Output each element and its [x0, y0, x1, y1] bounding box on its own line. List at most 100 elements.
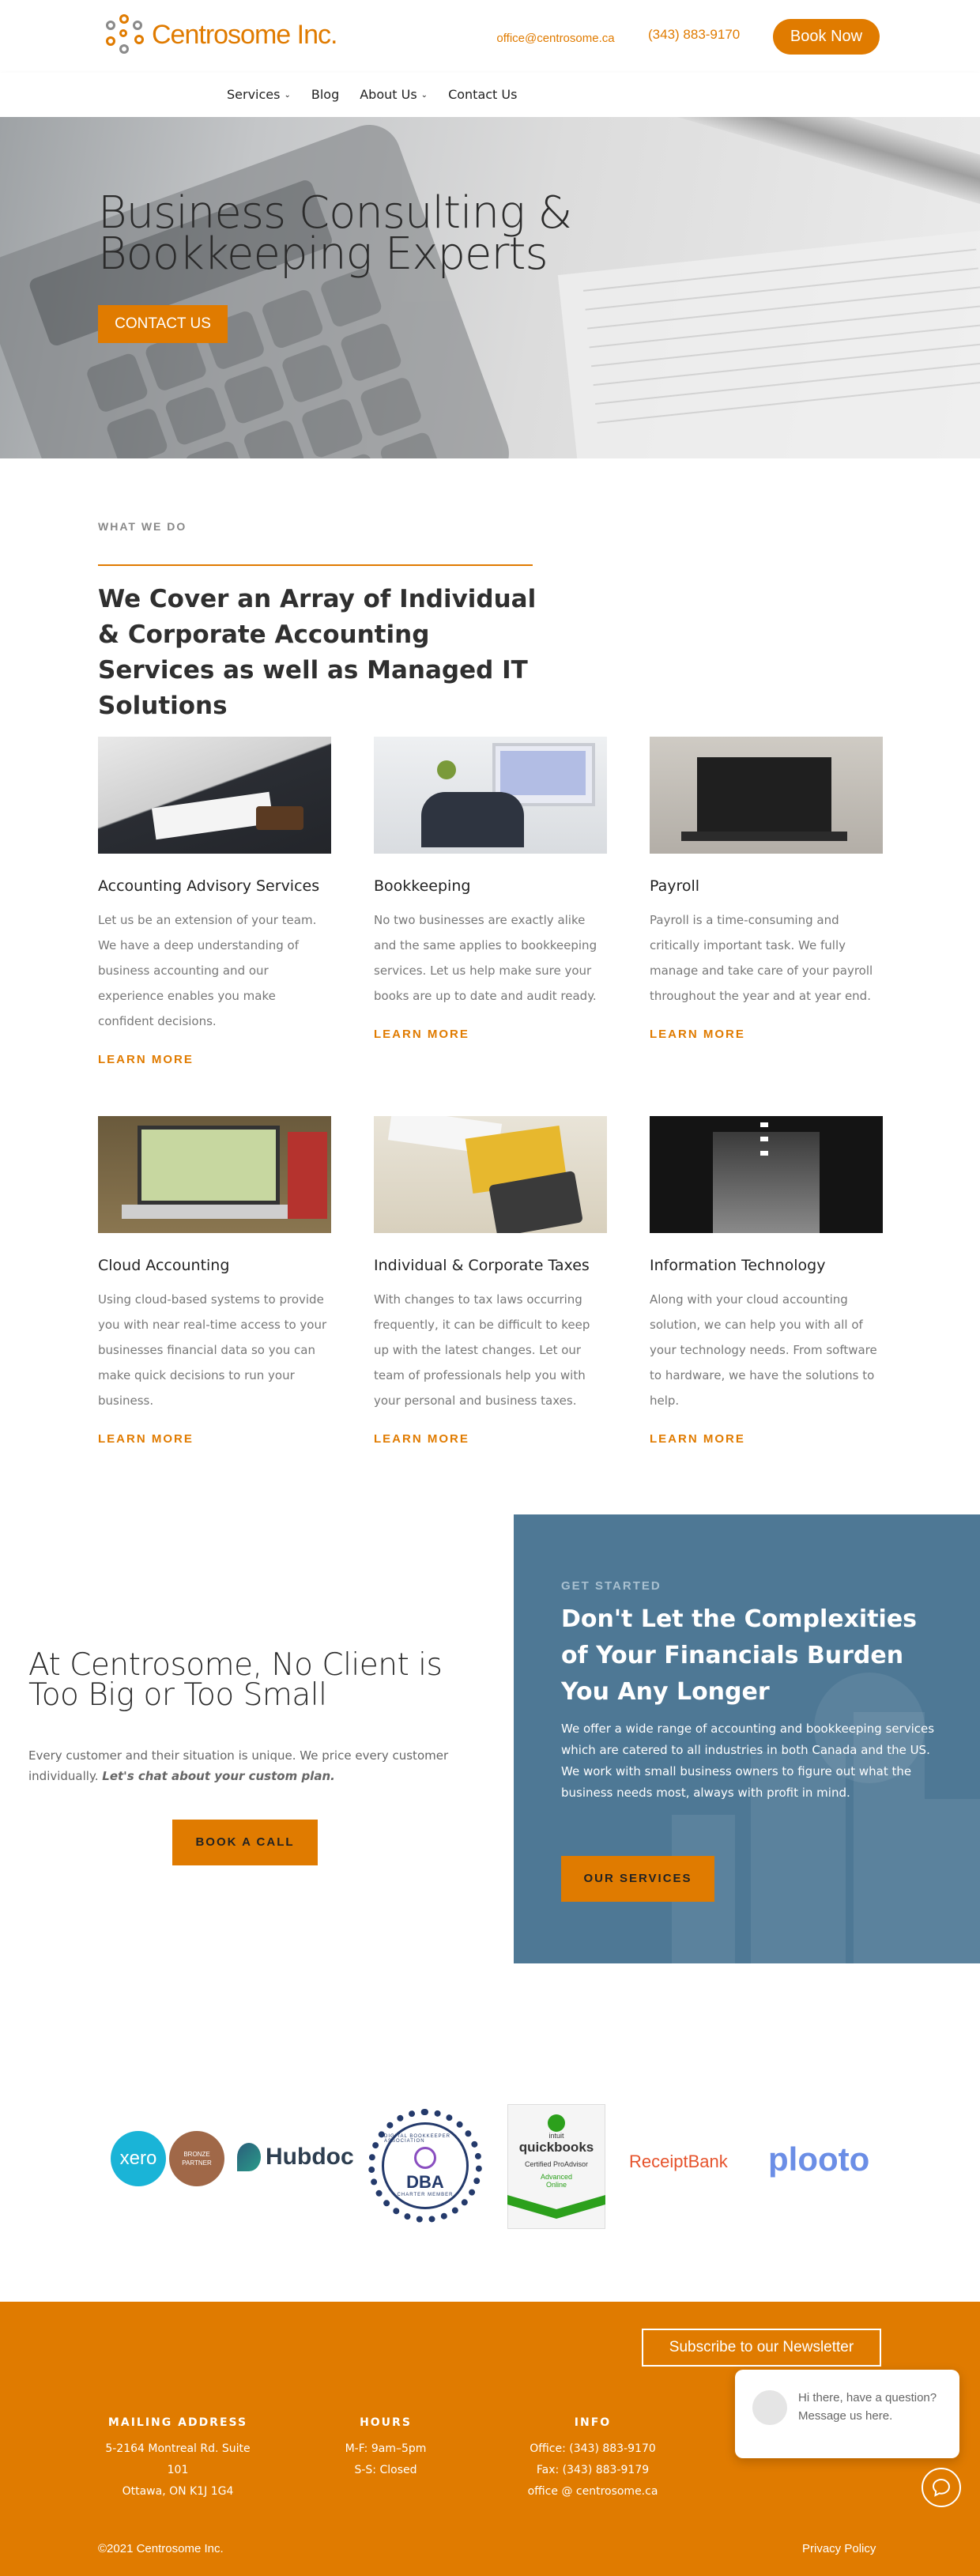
get-started-title: Don't Let the Complexities of Your Finan… [561, 1605, 918, 1706]
office-phone[interactable]: Office: (343) 883-9170 [498, 2438, 688, 2460]
nav-item-services[interactable]: Services ⌄ [227, 87, 291, 102]
dba-text: DBA [406, 2172, 444, 2192]
service-description: Let us be an extension of your team. We … [98, 913, 317, 1028]
quickbooks-online: Online [545, 2181, 567, 2189]
site-footer: Subscribe to our Newsletter MAILING ADDR… [0, 2302, 980, 2576]
address-line: Ottawa, ON K1J 1G4 [122, 2485, 234, 2498]
site-header: Centrosome Inc. office@centrosome.ca (34… [0, 0, 980, 73]
book-a-call-button[interactable]: BOOK A CALL [172, 1820, 318, 1865]
service-title: Information Technology [650, 1257, 826, 1274]
xero-badge-line: PARTNER [182, 2159, 212, 2167]
subscribe-newsletter-button[interactable]: Subscribe to our Newsletter [642, 2329, 881, 2367]
learn-more-link[interactable]: LEARN MORE [374, 1028, 607, 1041]
nav-item-label: Services [227, 87, 281, 102]
get-started-panel: GET STARTED Don't Let the Complexities o… [514, 1514, 980, 1963]
main-navigation: Services ⌄ Blog About Us ⌄ Contact Us [0, 73, 980, 117]
divider [98, 564, 533, 566]
service-title: Cloud Accounting [98, 1257, 230, 1274]
service-title: Accounting Advisory Services [98, 877, 320, 895]
nav-item-label: About Us [360, 87, 417, 102]
service-image [650, 737, 883, 854]
learn-more-link[interactable]: LEARN MORE [98, 1432, 331, 1446]
partner-logos: xero BRONZE PARTNER Hubdoc DIGITAL BOOKK… [103, 2099, 877, 2234]
xero-logo: xero BRONZE PARTNER [111, 2131, 224, 2186]
service-image [98, 737, 331, 854]
dba-ring-text: DIGITAL BOOKKEEPER ASSOCIATION [384, 2134, 451, 2144]
service-card-accounting-advisory: Accounting Advisory Services Let us be a… [98, 737, 331, 1066]
hubdoc-logo: Hubdoc [237, 2143, 354, 2171]
learn-more-link[interactable]: LEARN MORE [650, 1432, 883, 1446]
plooto-logo: plooto [768, 2140, 869, 2178]
address-line: 5-2164 Montreal Rd. Suite [105, 2442, 251, 2455]
service-description: No two businesses are exactly alike and … [374, 913, 597, 1003]
xero-logo-text: xero [111, 2131, 166, 2186]
header-email-link[interactable]: office@centrosome.ca [496, 28, 615, 49]
learn-more-link[interactable]: LEARN MORE [374, 1432, 607, 1446]
chevron-down-icon: ⌄ [284, 91, 291, 100]
service-title: Bookkeeping [374, 877, 471, 895]
quickbooks-level: Advanced [540, 2173, 573, 2181]
logo[interactable]: Centrosome Inc. [104, 14, 337, 55]
chat-icon[interactable] [922, 2468, 961, 2507]
service-image [374, 737, 607, 854]
nav-item-blog[interactable]: Blog [311, 87, 339, 102]
service-card-taxes: Individual & Corporate Taxes With change… [374, 1116, 607, 1446]
header-phone-link[interactable]: (343) 883-9170 [648, 27, 740, 43]
quickbooks-chevron [507, 2195, 605, 2219]
quickbooks-certified: Certified ProAdvisor [524, 2160, 589, 2168]
contact-us-button[interactable]: CONTACT US [98, 305, 228, 343]
footer-heading: MAILING ADDRESS [107, 2416, 248, 2429]
fax-number: Fax: (343) 883-9179 [536, 2464, 650, 2476]
footer-heading: HOURS [360, 2416, 412, 2429]
our-services-button[interactable]: OUR SERVICES [561, 1856, 714, 1902]
chat-greeting-text: Hi there, have a question? Message us he… [798, 2391, 937, 2423]
chat-greeting-bubble[interactable]: Hi there, have a question? Message us he… [735, 2370, 959, 2458]
receipt-bank-logo: ReceiptBank [629, 2152, 728, 2172]
avatar [752, 2390, 787, 2425]
hero-calculator-image [0, 117, 518, 458]
book-now-button[interactable]: Book Now [773, 19, 880, 55]
hubdoc-logo-text: Hubdoc [266, 2144, 354, 2170]
client-size-title: At Centrosome, No Client is Too Big or T… [28, 1647, 443, 1713]
service-description: With changes to tax laws occurring frequ… [374, 1292, 590, 1408]
service-card-information-technology: Information Technology Along with your c… [650, 1116, 883, 1446]
hours-line: S-S: Closed [354, 2464, 417, 2476]
service-card-bookkeeping: Bookkeeping No two businesses are exactl… [374, 737, 607, 1041]
dba-emblem-icon [414, 2147, 436, 2169]
learn-more-link[interactable]: LEARN MORE [98, 1053, 331, 1066]
quickbooks-name: quickbooks [518, 2140, 594, 2155]
client-size-emphasis: Let's chat about your custom plan. [102, 1769, 335, 1783]
get-started-text: We offer a wide range of accounting and … [561, 1722, 935, 1800]
quickbooks-intuit-text: intuit [548, 2132, 564, 2140]
footer-heading: INFO [574, 2416, 612, 2429]
learn-more-link[interactable]: LEARN MORE [650, 1028, 883, 1041]
service-title: Payroll [650, 877, 700, 895]
footer-info: INFO Office: (343) 883-9170 Fax: (343) 8… [498, 2412, 688, 2502]
xero-badge-line: BRONZE [183, 2151, 210, 2158]
office-email[interactable]: office @ centrosome.ca [498, 2481, 688, 2502]
nav-item-about-us[interactable]: About Us ⌄ [360, 87, 428, 102]
chevron-down-icon: ⌄ [420, 91, 428, 100]
nav-item-contact-us[interactable]: Contact Us [448, 87, 517, 102]
receipt-bank-text: ReceiptBank [629, 2152, 728, 2171]
hero-section: Business Consulting & Bookkeeping Expert… [0, 117, 980, 458]
xero-badge: BRONZE PARTNER [169, 2131, 224, 2186]
footer-hours: HOURS M-F: 9am–5pm S-S: Closed [315, 2412, 457, 2481]
service-image [98, 1116, 331, 1233]
logo-mark-icon [104, 14, 144, 55]
address-line: 101 [167, 2464, 189, 2476]
service-image [650, 1116, 883, 1233]
hubdoc-icon [237, 2143, 261, 2171]
quickbooks-badge: intuit quickbooks Certified ProAdvisor A… [507, 2104, 605, 2229]
service-image [374, 1116, 607, 1233]
client-size-text: Every customer and their situation is un… [28, 1745, 471, 1786]
privacy-policy-link[interactable]: Privacy Policy [802, 2542, 876, 2555]
service-description: Along with your cloud accounting solutio… [650, 1292, 877, 1408]
hero-title: Business Consulting & Bookkeeping Expert… [98, 187, 572, 280]
section-title: We Cover an Array of Individual & Corpor… [98, 585, 537, 720]
hours-line: M-F: 9am–5pm [345, 2442, 427, 2455]
footer-mailing-address: MAILING ADDRESS 5-2164 Montreal Rd. Suit… [87, 2412, 269, 2502]
logo-text: Centrosome Inc. [152, 19, 337, 50]
service-card-cloud-accounting: Cloud Accounting Using cloud-based syste… [98, 1116, 331, 1446]
get-started-eyebrow: GET STARTED [561, 1579, 662, 1593]
